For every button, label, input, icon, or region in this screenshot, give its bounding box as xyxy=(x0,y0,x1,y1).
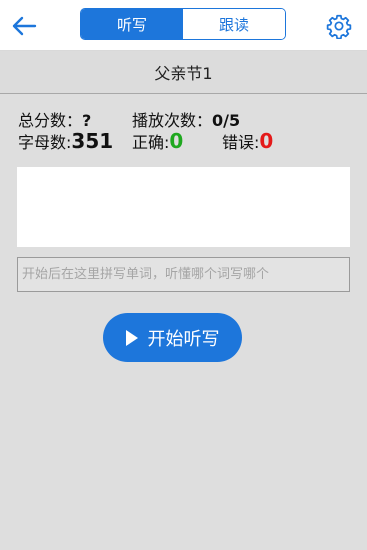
answer-display-area xyxy=(17,167,350,247)
spelling-input[interactable] xyxy=(17,257,350,292)
total-score-label: 总分数： xyxy=(18,111,83,130)
letter-count-value: 351 xyxy=(71,129,114,153)
play-count-value: 0/5 xyxy=(212,111,241,130)
letter-count-label: 字母数: xyxy=(18,133,72,152)
stats-panel: 总分数： ? 播放次数： 0/5 字母数: 351 正确: 0 错误: 0 xyxy=(18,107,358,153)
correct-value: 0 xyxy=(169,129,184,153)
play-icon xyxy=(125,329,138,346)
start-dictation-button[interactable]: 开始听写 xyxy=(103,313,242,362)
stats-row-1: 总分数： ? 播放次数： 0/5 xyxy=(18,107,358,130)
wrong-value: 0 xyxy=(259,129,274,153)
gear-icon xyxy=(326,14,352,39)
top-bar: 听写 跟读 xyxy=(0,0,367,51)
arrow-left-icon xyxy=(12,16,37,36)
start-dictation-label: 开始听写 xyxy=(147,328,220,350)
mode-segmented-control: 听写 跟读 xyxy=(80,8,286,40)
play-count-label: 播放次数： xyxy=(132,111,213,130)
tab-read-along[interactable]: 跟读 xyxy=(183,9,285,39)
correct-label: 正确: xyxy=(132,133,170,152)
settings-button[interactable] xyxy=(325,12,353,40)
total-score-value: ? xyxy=(82,111,92,130)
back-button[interactable] xyxy=(8,10,40,42)
stats-row-2: 字母数: 351 正确: 0 错误: 0 xyxy=(18,129,358,153)
tab-dictation[interactable]: 听写 xyxy=(81,9,183,39)
wrong-label: 错误: xyxy=(222,133,260,152)
lesson-title: 父亲节1 xyxy=(0,51,367,94)
